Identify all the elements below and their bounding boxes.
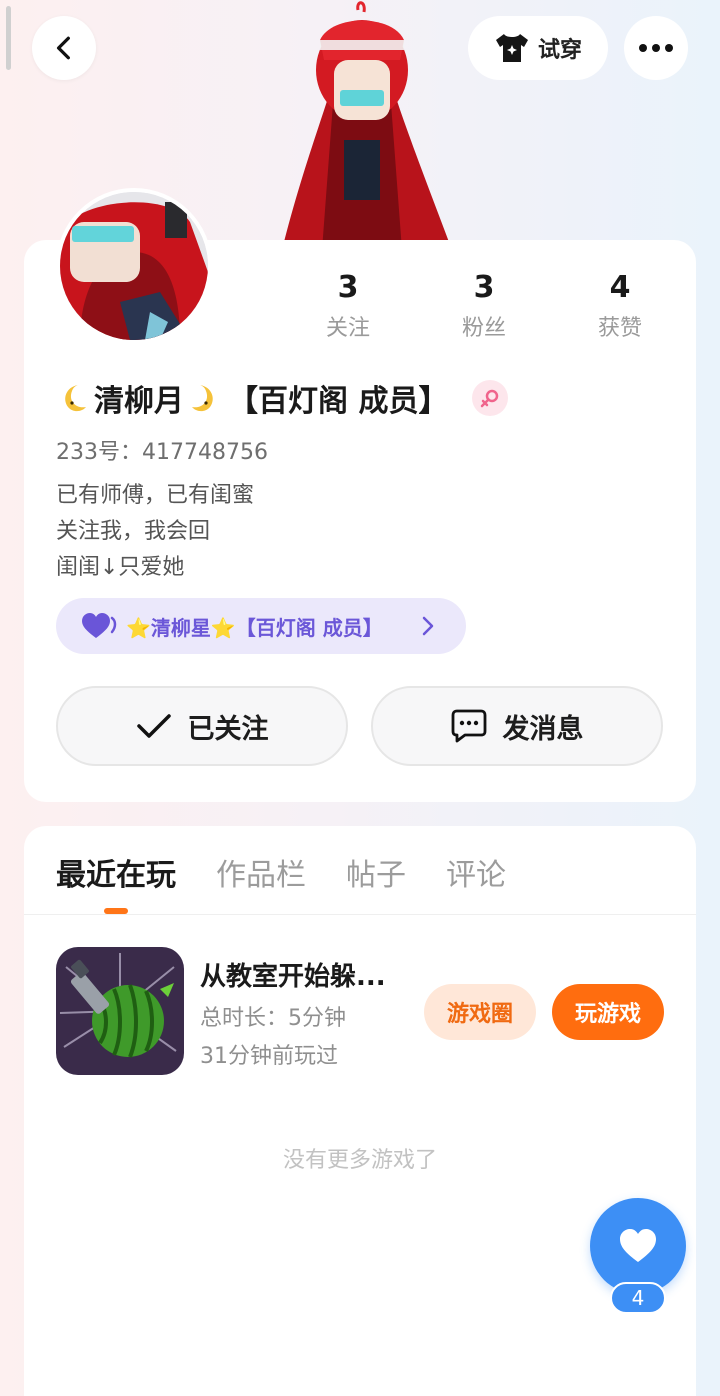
follow-label: 已关注 — [187, 713, 269, 745]
message-button[interactable]: 发消息 — [371, 686, 663, 766]
moon-icon — [65, 385, 86, 412]
following-label: 关注 — [325, 316, 370, 341]
fans-count: 3 — [473, 270, 495, 305]
checkmark-icon — [136, 714, 171, 738]
game-last-played: 31分钟前玩过 — [200, 1044, 338, 1069]
following-count: 3 — [337, 270, 359, 305]
game-icon[interactable] — [56, 947, 184, 1075]
tshirt-icon — [495, 34, 528, 62]
scroll-indicator[interactable] — [6, 6, 11, 70]
like-count-badge: 4 — [610, 1282, 666, 1314]
chevron-left-icon — [56, 36, 70, 60]
double-heart-icon — [82, 613, 117, 638]
watermelon-icon — [56, 947, 184, 1075]
gender-badge — [472, 380, 509, 416]
heart-icon — [620, 1229, 656, 1262]
likes-label: 获赞 — [597, 316, 642, 341]
female-icon — [481, 389, 499, 408]
message-label: 发消息 — [502, 713, 584, 745]
tab-comments[interactable]: 评论 — [446, 850, 506, 894]
bff-label: ⭐清柳星⭐【百灯阁 成员】 — [126, 615, 383, 640]
chevron-right-icon — [422, 616, 434, 636]
user-id: 233号：417748756 — [56, 440, 268, 465]
bio: 已有师傅，已有闺蜜 关注我，我会回 闺闺↓只爱她 — [56, 478, 254, 586]
back-button[interactable] — [32, 16, 96, 80]
stat-fans[interactable]: 3 粉丝 — [434, 270, 534, 342]
fans-label: 粉丝 — [461, 316, 506, 341]
user-name: 清柳月 — [94, 384, 184, 419]
stat-following[interactable]: 3 关注 — [298, 270, 398, 342]
more-button[interactable] — [624, 16, 688, 80]
try-on-button[interactable]: 试穿 — [468, 16, 608, 80]
guild-tag: 【百灯阁 成员】 — [228, 384, 449, 419]
stat-likes[interactable]: 4 获赞 — [570, 270, 670, 342]
game-title[interactable]: 从教室开始躲... — [200, 956, 386, 993]
divider — [24, 914, 696, 915]
no-more-games-text: 没有更多游戏了 — [282, 1148, 437, 1173]
game-circle-button[interactable]: 游戏圈 — [424, 984, 536, 1040]
bff-tag[interactable]: ⭐清柳星⭐【百灯阁 成员】 — [56, 598, 466, 654]
likes-count: 4 — [609, 270, 631, 305]
tab-works[interactable]: 作品栏 — [216, 850, 306, 894]
avatar-image — [60, 192, 208, 340]
play-game-button[interactable]: 玩游戏 — [552, 984, 664, 1040]
moon-icon — [192, 385, 213, 412]
try-on-label: 试穿 — [537, 38, 582, 63]
bio-line: 已有师傅，已有闺蜜 — [56, 483, 255, 508]
character-figure — [282, 1, 452, 250]
game-duration: 总时长：5分钟 — [200, 1006, 346, 1031]
tab-posts[interactable]: 帖子 — [346, 850, 406, 894]
more-dots-icon — [639, 44, 673, 52]
chat-bubble-icon — [451, 709, 486, 743]
name-row: 清柳月 【百灯阁 成员】 — [56, 376, 509, 420]
avatar[interactable] — [56, 188, 212, 344]
bio-line: 闺闺↓只爱她 — [56, 555, 185, 580]
bio-line: 关注我，我会回 — [56, 519, 211, 544]
tab-bar: 最近在玩 作品栏 帖子 评论 — [56, 850, 506, 894]
tab-recent-play[interactable]: 最近在玩 — [56, 850, 176, 894]
like-button[interactable] — [590, 1198, 686, 1294]
follow-button[interactable]: 已关注 — [56, 686, 348, 766]
